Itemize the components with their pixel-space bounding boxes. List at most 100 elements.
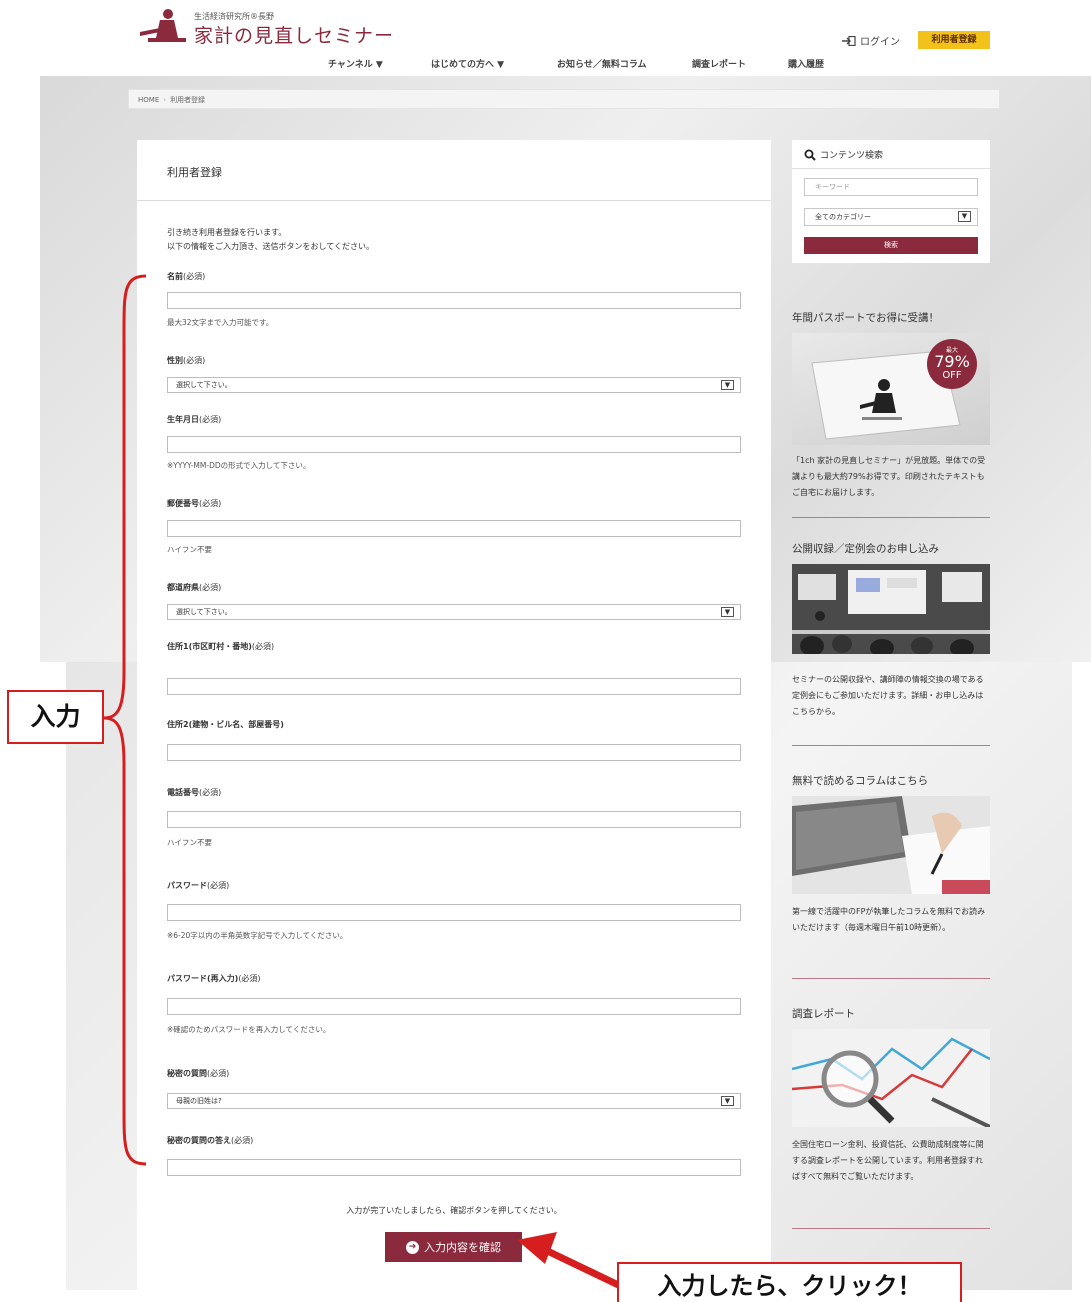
secret-question-value: 母親の旧姓は? [176,1097,222,1105]
widget-title: 調査レポート [792,1008,855,1020]
chevron-down-icon: ▼ [958,211,971,222]
secret-answer-input[interactable] [167,1159,741,1176]
name-input[interactable] [167,292,741,309]
login-label: ログイン [860,37,900,48]
badge-off: OFF [942,370,962,381]
prefecture-select-value: 選択して下さい。 [176,608,232,616]
widget-description: 第一線で活躍中のFPが執筆したコラムを無料でお読みいただけます（毎週木曜日午前1… [792,907,986,932]
password-label: パスワード(必須) [167,881,230,890]
gender-select-value: 選択して下さい。 [176,381,232,389]
nav-item-news-columns[interactable]: お知らせ／無料コラム [557,57,647,70]
keyword-input[interactable]: キーワード [804,178,978,196]
widget-title: 無料で読めるコラムはこちら [792,775,929,787]
password-input[interactable] [167,904,741,921]
secret-question-label: 秘密の質問(必須) [167,1069,230,1078]
category-select-value: 全てのカテゴリー [815,213,871,221]
seminar-room-illustration [792,564,990,654]
breadcrumb-separator: › [163,96,167,104]
phone-input[interactable] [167,811,741,828]
breadcrumb-current: 利用者登録 [170,96,206,104]
arrow-circle-icon: ➔ [406,1240,419,1254]
divider [137,200,771,201]
prefecture-select[interactable]: 選択して下さい。 ▼ [167,604,741,620]
name-label: 名前(必須) [167,272,206,281]
breadcrumb-home[interactable]: HOME [138,96,159,104]
divider [792,517,990,518]
login-link[interactable]: ログイン [842,33,900,48]
address2-label: 住所2(建物・ビル名、部屋番号) [167,720,284,729]
password-confirm-help: ※確認のためパスワードを再入力してください。 [167,1025,331,1034]
register-button[interactable]: 利用者登録 [918,31,990,49]
postal-code-input[interactable] [167,520,741,537]
click-annotation-label: 入力したら、クリック！ [617,1262,962,1302]
divider [792,168,990,169]
input-annotation-label: 入力 [7,690,104,744]
lecturer-silhouette-icon [140,9,186,42]
widget-public-recording[interactable]: 公開収録／定例会のお申し込み セミナーの公開収録や、講師陣の情報交換の場である定… [792,541,992,720]
phone-help: ハイフン不要 [167,838,212,847]
logo-title: 家計の見直しセミナー [194,25,395,47]
search-icon [804,149,816,161]
birthdate-label: 生年月日(必須) [167,415,222,424]
password-confirm-label: パスワード(再入力)(必須) [167,974,261,983]
divider [792,1228,990,1229]
breadcrumb: HOME › 利用者登録 [128,89,1000,109]
confirm-label: 入力内容を確認 [424,1241,501,1254]
widget-free-columns[interactable]: 無料で読めるコラムはこちら 第一線で活躍中のFPが執筆したコラムを無料でお読みい… [792,773,992,936]
column-photo [792,796,990,894]
magnifier-chart-illustration [792,1029,990,1127]
nav-item-channel[interactable]: チャンネル ▼ [328,57,383,70]
form-intro: 引き続き利用者登録を行います。 以下の情報をご入力頂き、送信ボタンをおしてくださ… [167,226,374,254]
address1-label: 住所1(市区町村・番地)(必須) [167,642,275,651]
page-title: 利用者登録 [167,166,222,179]
widget-description: 「1ch 家計の見直しセミナー」が見放題。単体での受講よりも最大約79%お得です… [792,456,986,497]
site-logo[interactable]: 生活経済研究所®長野 家計の見直しセミナー [138,8,418,47]
discount-badge: 最大 79% OFF [927,339,977,389]
prefecture-label: 都道府県(必須) [167,583,222,592]
intro-line-2: 以下の情報をご入力頂き、送信ボタンをおしてください。 [167,242,374,251]
passport-banner-image: 最大 79% OFF [792,333,990,445]
red-brace-annotation [103,274,147,1166]
widget-annual-passport[interactable]: 年間パスポートでお得に受講！ 最大 79% OFF 「1ch 家計の見直しセミナ… [792,310,992,501]
address1-input[interactable] [167,678,741,695]
confirm-button[interactable]: ➔ 入力内容を確認 [385,1232,522,1262]
login-icon [842,35,856,46]
widget-survey-reports[interactable]: 調査レポート 全国住宅ローン金利、投資信託、公費助成制度等に関する調査レポートを… [792,1006,992,1185]
birthdate-input[interactable] [167,436,741,453]
widget-description: セミナーの公開収録や、講師陣の情報交換の場である定例会にもご参加いただけます。詳… [792,675,984,716]
postal-code-help: ハイフン不要 [167,545,212,554]
address2-input[interactable] [167,744,741,761]
gender-select[interactable]: 選択して下さい。 ▼ [167,377,741,393]
divider [792,978,990,979]
nav-item-beginners[interactable]: はじめての方へ ▼ [431,57,504,70]
content-search-box: コンテンツ検索 キーワード 全てのカテゴリー ▼ 検索 [792,140,990,263]
chevron-down-icon: ▼ [721,1096,734,1106]
postal-code-label: 郵便番号(必須) [167,499,222,508]
seminar-photo [792,564,990,654]
widget-title: 公開収録／定例会のお申し込み [792,543,939,555]
category-select[interactable]: 全てのカテゴリー ▼ [804,208,978,226]
gender-label: 性別(必須) [167,356,206,365]
chevron-down-icon: ▼ [721,380,734,390]
secret-answer-label: 秘密の質問の答え(必須) [167,1136,254,1145]
nav-item-purchase-history[interactable]: 購入履歴 [788,57,824,70]
widget-description: 全国住宅ローン金利、投資信託、公費助成制度等に関する調査レポートを公開しています… [792,1140,984,1181]
password-confirm-input[interactable] [167,998,741,1015]
intro-line-1: 引き続き利用者登録を行います。 [167,228,287,237]
search-button[interactable]: 検索 [804,237,978,254]
secret-question-select[interactable]: 母親の旧姓は? ▼ [167,1093,741,1109]
phone-label: 電話番号(必須) [167,788,222,797]
nav-item-reports[interactable]: 調査レポート [692,57,746,70]
chevron-down-icon: ▼ [721,607,734,617]
birthdate-help: ※YYYY-MM-DDの形式で入力して下さい。 [167,461,311,470]
finish-note: 入力が完了いたしましたら、確認ボタンを押してください。 [346,1206,562,1215]
password-help: ※6-20字以内の半角英数字記号で入力してください。 [167,931,348,940]
main-nav: チャンネル ▼ はじめての方へ ▼ お知らせ／無料コラム 調査レポート 購入履歴 [0,57,1091,71]
badge-percent: 79% [934,352,970,371]
keyword-placeholder: キーワード [815,183,850,191]
name-help: 最大32文字まで入力可能です。 [167,318,274,327]
widget-title: 年間パスポートでお得に受講！ [792,312,939,324]
divider [792,745,990,746]
search-title: コンテンツ検索 [804,148,883,161]
laptop-pen-illustration [792,796,990,894]
